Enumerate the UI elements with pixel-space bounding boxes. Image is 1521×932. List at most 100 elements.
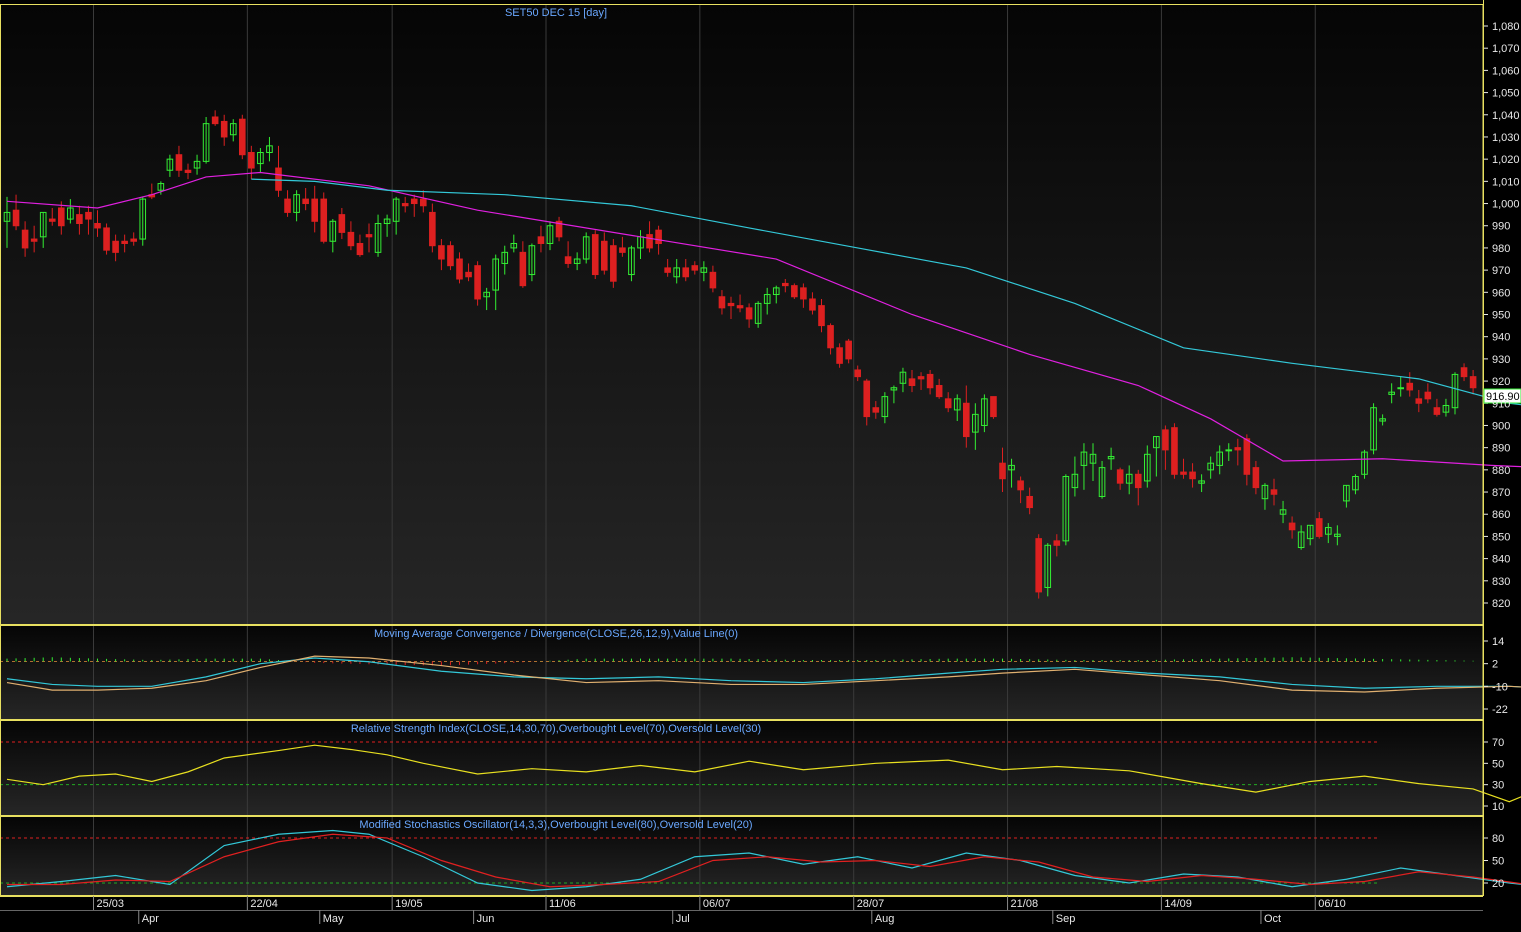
candle-down — [827, 325, 834, 349]
candle-down — [401, 203, 409, 207]
month-axis-label: May — [323, 913, 344, 925]
candle-down — [537, 236, 545, 244]
indicator-axis-label: 10 — [1492, 801, 1504, 813]
month-axis-label: Jun — [477, 913, 495, 925]
candle-down — [963, 402, 970, 438]
candle-down — [438, 245, 445, 260]
price-axis-label: 960 — [1492, 287, 1510, 299]
candle-down — [130, 238, 137, 242]
date-axis-label: 06/07 — [703, 898, 731, 910]
candle-down — [420, 198, 427, 207]
candle-down — [103, 227, 110, 251]
candle-down — [845, 340, 852, 360]
candle-down — [30, 238, 38, 242]
candle-down — [184, 169, 192, 173]
price-axis-label: 860 — [1492, 509, 1510, 521]
month-axis-label: Apr — [142, 913, 159, 925]
candle-down — [691, 265, 699, 271]
candle-down — [1315, 518, 1323, 537]
candle-down — [818, 305, 825, 327]
candle-down — [1406, 382, 1414, 391]
candle-down — [1017, 480, 1024, 491]
candle-down — [1469, 376, 1477, 389]
candle-down — [736, 305, 744, 309]
indicator-axis-label: 50 — [1492, 856, 1504, 868]
candle-down — [1171, 427, 1178, 475]
price-axis-label: 1,030 — [1492, 132, 1520, 144]
price-axis-label: 820 — [1492, 598, 1510, 610]
candle-down — [1424, 391, 1432, 400]
indicator-axis-label: -10 — [1492, 681, 1508, 693]
candle-down — [591, 234, 599, 276]
candle-down — [809, 298, 816, 311]
price-axis-label: 990 — [1492, 221, 1510, 233]
candle-down — [926, 373, 934, 389]
candle-down — [745, 307, 753, 320]
date-axis-label: 25/03 — [97, 898, 125, 910]
candle-down — [1116, 469, 1124, 484]
candle-down — [175, 154, 183, 171]
candle-down — [990, 396, 997, 418]
indicator-axis-label: 50 — [1492, 758, 1504, 770]
candle-down — [854, 369, 862, 378]
candle-down — [782, 282, 789, 287]
candle-down — [320, 198, 328, 242]
candle-down — [76, 214, 83, 225]
candle-down — [338, 214, 346, 233]
candle-down — [791, 285, 798, 298]
price-axis-label: 900 — [1492, 420, 1510, 432]
date-axis-label: 19/05 — [395, 898, 423, 910]
candle-down — [1243, 438, 1251, 475]
candle-down — [908, 378, 916, 387]
candle-down — [121, 240, 128, 244]
candle-down — [1180, 471, 1187, 475]
candle-down — [709, 271, 717, 289]
price-axis-label: 930 — [1492, 354, 1510, 366]
candle-down — [94, 223, 101, 229]
indicator-axis-label: 20 — [1492, 878, 1504, 890]
candle-down — [646, 234, 653, 249]
candle-down — [12, 209, 20, 227]
candle-down — [284, 198, 291, 213]
candle-down — [917, 376, 925, 380]
candle-down — [655, 229, 662, 244]
date-axis-label: 22/04 — [250, 898, 278, 910]
candle-down — [519, 251, 527, 287]
price-axis-label: 830 — [1492, 576, 1510, 588]
candle-down — [112, 240, 119, 253]
candle-down — [347, 231, 355, 247]
price-axis-label: 850 — [1492, 531, 1510, 543]
candle-down — [1189, 471, 1196, 480]
candle-down — [935, 385, 943, 398]
candle-down — [429, 211, 436, 247]
candle-down — [365, 234, 373, 238]
candle-down — [410, 198, 418, 205]
candlestick-chart[interactable]: SET50 DEC 15 [day] Moving Average Conver… — [0, 0, 1521, 927]
candle-down — [1433, 407, 1441, 415]
macd-panel-title: Moving Average Convergence / Divergence(… — [374, 628, 738, 640]
candle-down — [863, 380, 871, 418]
candle-down — [85, 211, 92, 220]
panel-background — [0, 625, 1483, 719]
candle-down — [48, 218, 56, 222]
candle-down — [836, 347, 843, 364]
indicator-axis-label: -22 — [1492, 704, 1508, 716]
month-axis-label: Oct — [1264, 913, 1281, 925]
indicator-axis-label: 80 — [1492, 833, 1504, 845]
price-axis-label: 1,050 — [1492, 88, 1520, 100]
date-axis-label: 11/06 — [549, 898, 576, 910]
candle-down — [1270, 489, 1278, 495]
candle-down — [465, 271, 472, 278]
candle-down — [220, 120, 228, 138]
month-axis-label: Sep — [1056, 913, 1076, 925]
candle-down — [447, 245, 454, 267]
candle-down — [682, 267, 690, 278]
price-axis-label: 1,020 — [1492, 154, 1520, 166]
candle-down — [1053, 540, 1061, 546]
price-axis-label: 950 — [1492, 310, 1510, 322]
candle-down — [248, 151, 255, 169]
candle-down — [601, 240, 608, 271]
candle-down — [1252, 467, 1260, 489]
price-axis-label: 910 — [1492, 398, 1510, 410]
chart-root: SET50 DEC 15 [day] Moving Average Conver… — [0, 0, 1521, 927]
